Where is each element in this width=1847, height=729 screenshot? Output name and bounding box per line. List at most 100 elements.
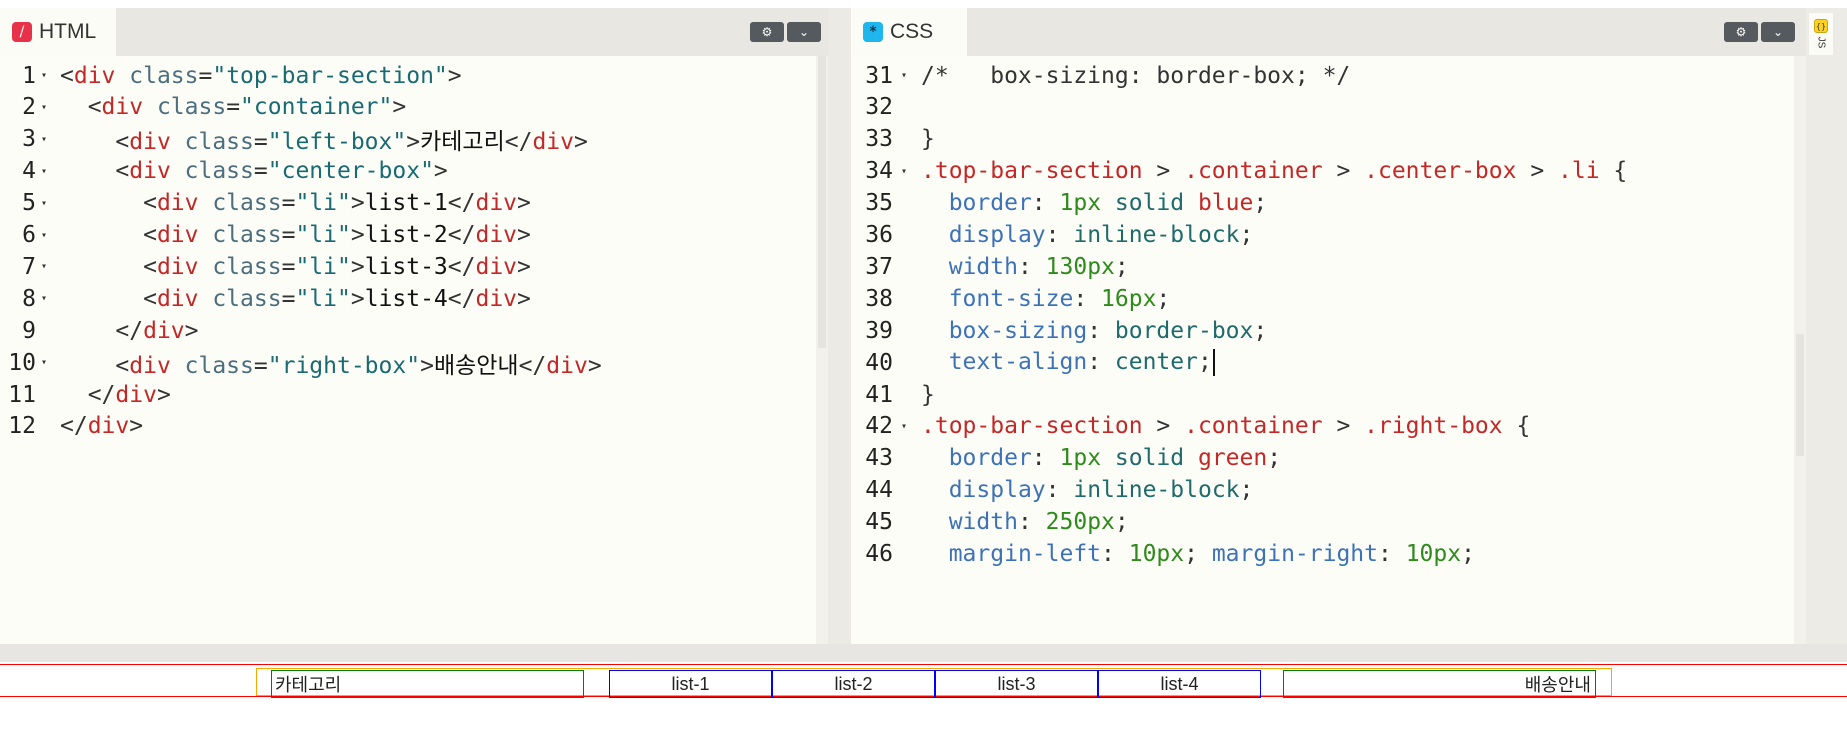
code-token: </ <box>447 285 476 312</box>
preview-list-item: list-3 <box>935 670 1098 698</box>
code-token: .top-bar-section <box>921 158 1143 185</box>
code-text: <div class="top-bar-section"> <box>60 63 462 89</box>
code-token: : <box>1031 445 1060 472</box>
code-line[interactable]: 12 </div> <box>0 408 828 445</box>
code-line[interactable]: 46 margin-left: 10px; margin-right: 10px… <box>851 536 1806 573</box>
fold-arrow-icon[interactable]: ▾ <box>41 293 47 304</box>
code-token: class <box>170 352 254 379</box>
code-token: class <box>115 62 199 89</box>
html-code-editor[interactable]: 1 ▾ <div class="top-bar-section"> 2 ▾ <div c… <box>0 56 828 644</box>
fold-arrow-icon[interactable]: ▾ <box>901 70 907 81</box>
code-token: div <box>156 253 199 280</box>
code-token: > <box>433 158 448 185</box>
code-text: margin-left: 10px; margin-right: 10px; <box>921 541 1475 567</box>
line-number: 4 <box>22 158 36 185</box>
code-token: "right-box" <box>267 352 421 379</box>
code-text: } <box>921 382 935 408</box>
code-token: = <box>253 158 268 185</box>
code-token: 130px <box>1045 253 1115 280</box>
code-token: > <box>1516 158 1559 185</box>
fold-arrow-icon[interactable]: ▾ <box>901 421 907 432</box>
code-text: /* box-sizing: border-box; */ <box>921 63 1350 89</box>
code-token: 1px <box>1059 445 1102 472</box>
gear-icon[interactable]: ⚙ <box>1724 22 1758 42</box>
js-tab[interactable]: {} JS <box>1809 13 1833 55</box>
line-number: 6 <box>22 222 36 248</box>
code-token: display <box>948 477 1046 504</box>
line-number: 42 <box>865 413 893 440</box>
code-token: > <box>350 285 365 312</box>
code-token: > <box>517 190 531 217</box>
code-token: = <box>281 285 296 312</box>
code-token: list-3 <box>364 253 448 280</box>
code-token: > <box>184 317 199 344</box>
css-scrollbar[interactable] <box>1794 56 1806 644</box>
code-token: div <box>546 352 588 379</box>
css-code-editor[interactable]: 31 ▾ /* box-sizing: border-box; */ 32 33} 34 ▾… <box>851 56 1806 644</box>
line-number: 3 <box>22 126 36 153</box>
code-token: ; <box>1267 445 1282 472</box>
chevron-down-icon[interactable]: ⌄ <box>1761 22 1795 42</box>
code-token: : <box>1378 541 1406 567</box>
code-token: "li" <box>295 222 351 248</box>
fold-arrow-icon[interactable]: ▾ <box>41 166 47 177</box>
fold-arrow-icon[interactable]: ▾ <box>41 102 47 113</box>
code-token: width <box>948 253 1018 280</box>
code-text: .top-bar-section > .container > .center-… <box>921 158 1627 184</box>
code-token: div <box>156 222 199 248</box>
code-text: box-sizing: border-box; <box>921 318 1268 344</box>
panel-resize-divider[interactable] <box>828 8 851 644</box>
code-token: = <box>281 190 296 217</box>
code-token: < <box>60 352 130 379</box>
fold-arrow-icon[interactable]: ▾ <box>41 230 47 241</box>
html-scroll-thumb[interactable] <box>818 56 826 348</box>
preview-resize-bar[interactable] <box>0 644 1847 662</box>
fold-arrow-icon[interactable]: ▾ <box>901 166 907 177</box>
code-token: "li" <box>295 253 351 280</box>
fold-arrow-icon[interactable]: ▾ <box>41 198 47 209</box>
code-token: div <box>129 352 171 379</box>
html-scrollbar[interactable] <box>816 56 828 644</box>
code-token: = <box>253 129 268 156</box>
chevron-down-icon[interactable]: ⌄ <box>787 22 821 42</box>
code-token: < <box>60 129 130 156</box>
code-token: inline-block <box>1073 477 1240 504</box>
fold-arrow-icon[interactable]: ▾ <box>41 134 47 145</box>
code-token: list-2 <box>364 222 448 248</box>
fold-arrow-icon[interactable]: ▾ <box>41 261 47 272</box>
code-text: <div class="li">list-2</div> <box>60 222 531 248</box>
code-token: 250px <box>1045 509 1115 536</box>
code-token: : <box>1017 509 1046 536</box>
code-token: </ <box>60 381 116 408</box>
code-token: < <box>60 94 102 121</box>
fold-arrow-icon[interactable]: ▾ <box>41 70 47 81</box>
line-number: 36 <box>865 222 893 248</box>
fold-arrow-icon[interactable]: ▾ <box>41 357 47 368</box>
html-tab-label: HTML <box>39 20 97 43</box>
code-token: width <box>948 509 1018 536</box>
css-tab[interactable]: * CSS <box>851 8 967 56</box>
code-token: : <box>1045 222 1074 248</box>
html-tab[interactable]: / HTML <box>0 8 116 56</box>
code-token: < <box>60 158 130 185</box>
code-text: } <box>921 126 935 152</box>
css-file-icon: * <box>863 22 883 42</box>
code-token: font-size <box>948 285 1074 312</box>
line-number: 12 <box>8 413 36 440</box>
line-number: 39 <box>865 317 893 344</box>
line-number: 8 <box>22 285 36 312</box>
code-token: ; <box>1253 190 1268 217</box>
code-token: border <box>948 445 1032 472</box>
gear-icon[interactable]: ⚙ <box>750 22 784 42</box>
code-token: 1px <box>1059 190 1102 217</box>
code-token: > <box>392 94 407 121</box>
css-scroll-thumb[interactable] <box>1796 334 1804 456</box>
code-token: div <box>73 62 116 89</box>
code-token: blue <box>1197 190 1254 217</box>
code-token: div <box>115 381 157 408</box>
code-token: = <box>226 94 241 121</box>
